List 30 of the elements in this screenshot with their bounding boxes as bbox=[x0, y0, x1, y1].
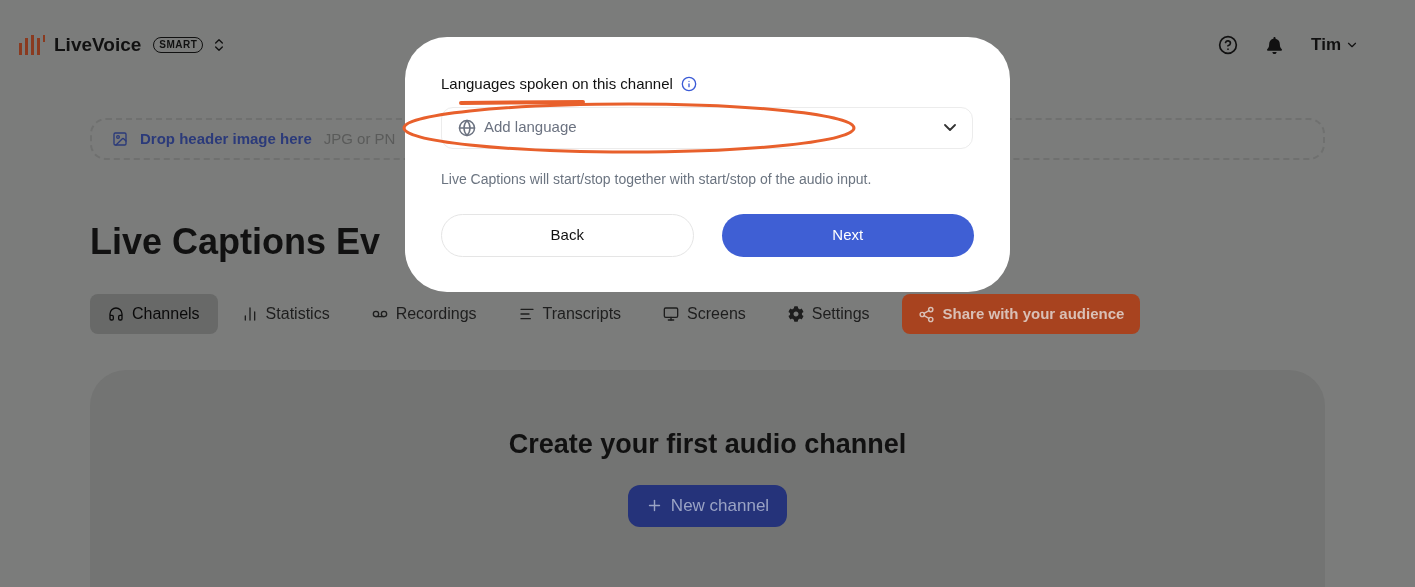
brand-name: LiveVoice bbox=[54, 32, 142, 57]
globe-icon bbox=[458, 118, 476, 137]
share-icon bbox=[917, 305, 935, 323]
help-icon[interactable] bbox=[1218, 35, 1239, 55]
headphones-icon bbox=[108, 306, 124, 322]
image-icon bbox=[112, 131, 128, 147]
monitor-icon bbox=[663, 306, 680, 322]
next-button[interactable]: Next bbox=[721, 213, 974, 257]
info-icon[interactable] bbox=[680, 76, 697, 93]
share-button[interactable]: Share with your audience bbox=[901, 294, 1141, 334]
nav-tab[interactable]: Settings bbox=[769, 294, 888, 334]
event-title: Live Captions Ev bbox=[90, 220, 381, 264]
user-menu[interactable]: Tim bbox=[1311, 32, 1359, 58]
field-label: Languages spoken on this channel bbox=[441, 74, 673, 94]
chevron-down-icon bbox=[944, 124, 956, 131]
language-select[interactable]: Add language bbox=[441, 106, 973, 149]
bell-icon[interactable] bbox=[1266, 36, 1284, 54]
nav-tab[interactable]: Transcripts bbox=[500, 294, 640, 334]
empty-state-title: Create your first audio channel bbox=[508, 428, 907, 461]
dropzone-label: Drop header image here bbox=[140, 128, 312, 149]
nav-tab[interactable]: Recordings bbox=[353, 294, 495, 334]
nav-tab[interactable]: Statistics bbox=[223, 294, 348, 334]
nav-tab[interactable]: Channels bbox=[90, 294, 218, 334]
settings-icon bbox=[787, 306, 804, 322]
nav-tab[interactable]: Screens bbox=[645, 294, 764, 334]
new-channel-button[interactable]: New channel bbox=[627, 484, 788, 527]
text-lines-icon bbox=[518, 306, 535, 322]
helper-text: Live Captions will start/stop together with start/stop of the audio input. bbox=[441, 169, 873, 189]
back-button[interactable]: Back bbox=[441, 213, 694, 257]
logo-bars-icon bbox=[18, 34, 46, 56]
